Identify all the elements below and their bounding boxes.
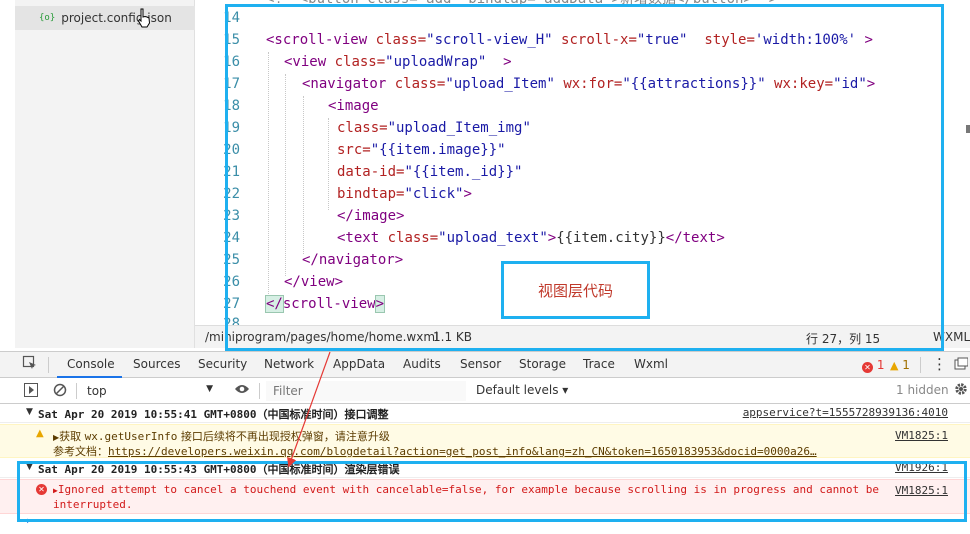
hand-pointer-icon xyxy=(137,8,151,32)
toolbar-divider xyxy=(76,383,77,399)
inspect-element-icon[interactable] xyxy=(22,355,38,374)
eye-icon[interactable] xyxy=(234,383,250,398)
group-title: Sat Apr 20 2019 10:55:41 GMT+0800（中国标准时间… xyxy=(38,408,389,421)
error-icon: ✕ xyxy=(862,362,873,373)
file-tree-gutter xyxy=(0,0,15,348)
warning-icon: ▲ xyxy=(36,428,44,439)
json-file-icon: {o} xyxy=(39,13,56,23)
doc-label: 参考文档： xyxy=(53,445,108,458)
chevron-down-icon: ▼ xyxy=(206,384,213,394)
tab-console[interactable]: Console xyxy=(67,357,115,371)
tab-audits[interactable]: Audits xyxy=(403,357,441,371)
undock-icon[interactable] xyxy=(954,357,969,374)
editor-scrollbar[interactable] xyxy=(966,125,970,133)
sidebar-toggle-icon[interactable] xyxy=(24,383,38,400)
file-tree-item-project-config[interactable]: {o} project.config.json xyxy=(15,6,195,30)
warning-count-badge[interactable]: ▲ 1 xyxy=(890,358,910,372)
tab-wxml[interactable]: Wxml xyxy=(634,357,668,371)
tab-sources[interactable]: Sources xyxy=(133,357,180,371)
source-link[interactable]: appservice?t=1555728939136:4010 xyxy=(743,406,948,419)
file-tree: {o} project.config.json xyxy=(0,0,195,348)
tab-appdata[interactable]: AppData xyxy=(333,357,385,371)
context-select[interactable]: top ▼ xyxy=(80,381,220,401)
tabbar-divider xyxy=(920,357,921,373)
file-tree-item-label: project.config.json xyxy=(61,11,172,25)
error-count-badge[interactable]: ✕ 1 xyxy=(862,358,884,373)
error-highlight-box xyxy=(17,461,967,522)
warning-text: 接口后续将不再出现授权弹窗，请注意升级 xyxy=(177,430,390,443)
tab-storage[interactable]: Storage xyxy=(519,357,566,371)
more-options-icon[interactable]: ⋮ xyxy=(932,355,947,373)
console-filter-input[interactable] xyxy=(266,381,466,401)
caret-down-icon: ▼ xyxy=(26,407,33,417)
tab-network[interactable]: Network xyxy=(264,357,314,371)
warning-icon: ▲ xyxy=(890,359,899,372)
devtools-tabbar: Console Sources Security Network AppData… xyxy=(0,351,970,378)
warning-code: wx.getUserInfo xyxy=(84,430,178,443)
console-group-header[interactable]: ▼ Sat Apr 20 2019 10:55:41 GMT+0800（中国标准… xyxy=(0,404,970,423)
clear-console-icon[interactable] xyxy=(53,383,67,400)
hidden-count: 1 hidden xyxy=(896,383,949,397)
tabbar-divider xyxy=(48,357,49,373)
source-link[interactable]: VM1825:1 xyxy=(895,429,948,442)
log-levels-dropdown[interactable]: Default levels ▾ xyxy=(476,383,568,397)
doc-link[interactable]: https://developers.weixin.qq.com/blogdet… xyxy=(108,445,817,458)
tab-trace[interactable]: Trace xyxy=(583,357,615,371)
tab-sensor[interactable]: Sensor xyxy=(460,357,501,371)
code-callout-label: 视图层代码 xyxy=(501,261,650,319)
console-toolbar: top ▼ Default levels ▾ 1 hidden xyxy=(0,378,970,404)
toolbar-divider xyxy=(259,383,260,399)
console-warning-row: ▲ ▶获取 wx.getUserInfo 接口后续将不再出现授权弹窗，请注意升级… xyxy=(0,424,970,458)
warning-text: 获取 xyxy=(59,430,85,443)
tab-security[interactable]: Security xyxy=(198,357,247,371)
gear-icon[interactable] xyxy=(954,382,968,399)
